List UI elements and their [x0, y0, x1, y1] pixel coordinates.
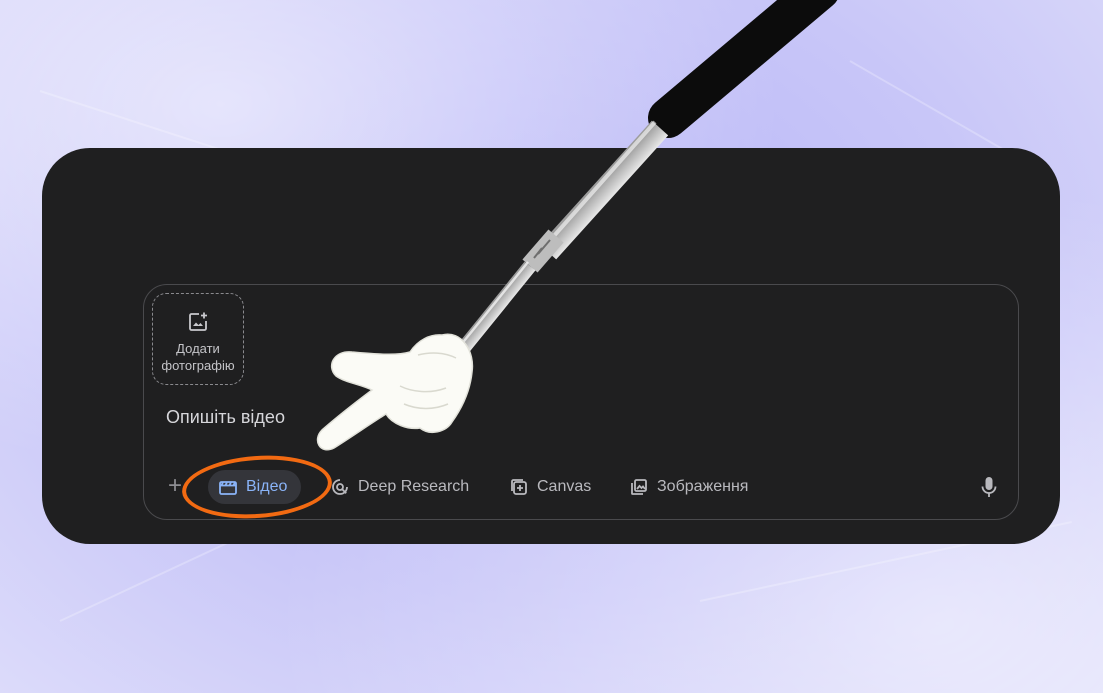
add-photo-button[interactable]: Додати фотографію: [152, 293, 244, 385]
add-photo-label: Додати фотографію: [161, 341, 235, 373]
deep-research-icon: [330, 477, 350, 497]
tool-image-label: Зображення: [657, 478, 749, 495]
tool-canvas-button[interactable]: Canvas: [509, 470, 591, 504]
tool-canvas-label: Canvas: [537, 478, 592, 495]
microphone-button[interactable]: [978, 475, 1000, 499]
tool-image-button[interactable]: Зображення: [629, 470, 748, 504]
tool-deep-research-label: Deep Research: [358, 478, 470, 495]
microphone-icon: [978, 477, 1000, 503]
stick-handle: [648, 0, 838, 138]
canvas-icon: [509, 477, 529, 497]
prompt-input[interactable]: Опишіть відео: [166, 407, 285, 428]
add-image-icon: [186, 310, 210, 334]
image-gallery-icon: [629, 477, 649, 497]
tool-deep-research-button[interactable]: Deep Research: [330, 470, 469, 504]
